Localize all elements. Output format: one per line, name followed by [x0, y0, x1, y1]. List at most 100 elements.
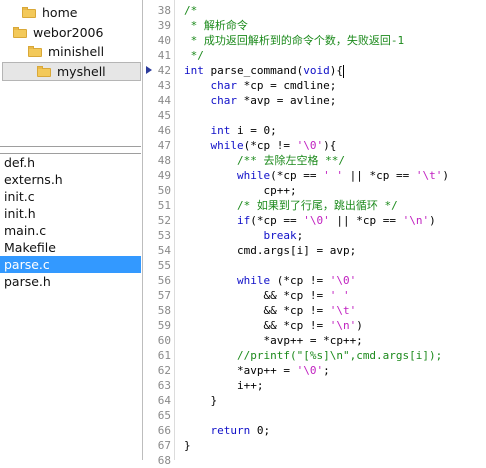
- line-number: 50: [157, 184, 171, 197]
- code-token: '\0': [329, 274, 357, 287]
- code-line[interactable]: char *avp = avline;: [184, 93, 337, 108]
- code-token: '\n': [402, 214, 430, 227]
- line-number: 45: [157, 109, 171, 122]
- code-token: *avp++ =: [184, 364, 297, 377]
- line-number: 39: [157, 19, 171, 32]
- code-line[interactable]: && *cp != '\t': [184, 303, 356, 318]
- code-line[interactable]: }: [184, 438, 191, 453]
- code-line[interactable]: /** 去除左空格 **/: [184, 153, 345, 168]
- line-number: 41: [157, 49, 171, 62]
- folder-minishell[interactable]: minishell: [28, 42, 140, 61]
- folder-icon: [13, 27, 27, 38]
- code-token: void: [303, 64, 330, 77]
- line-number-gutter: 38 39 40 41 42 43 44 45 46 47 48 49 50 51 52 53 54 55 56 57…: [143, 0, 179, 467]
- folder-webor2006[interactable]: webor2006: [13, 23, 140, 42]
- file-item-parse-h[interactable]: parse.h: [0, 273, 141, 290]
- project-panel: home webor2006 minishell myshell def.h exter…: [0, 0, 143, 460]
- line-number: 67: [157, 439, 171, 452]
- code-token: ){: [323, 139, 337, 152]
- line-number: 68: [157, 454, 171, 467]
- code-token: '\t': [329, 304, 357, 317]
- code-line[interactable]: while(*cp != '\0'){: [184, 138, 337, 153]
- code-line[interactable]: * 成功返回解析到的命令个数，失败返回-1: [184, 33, 405, 48]
- code-line[interactable]: int i = 0;: [184, 123, 277, 138]
- folder-home[interactable]: home: [22, 3, 140, 22]
- code-line[interactable]: && *cp != '\n'): [184, 318, 363, 333]
- code-token: char: [210, 79, 238, 92]
- code-token: '\0': [296, 364, 324, 377]
- file-item-parse-c[interactable]: parse.c: [0, 256, 141, 273]
- code-line[interactable]: char *cp = cmdline;: [184, 78, 337, 93]
- code-line[interactable]: cmd.args[i] = avp;: [184, 243, 356, 258]
- code-token: int: [184, 64, 204, 77]
- code-line[interactable]: }: [184, 393, 217, 408]
- code-line[interactable]: if(*cp == '\0' || *cp == '\n'): [184, 213, 436, 228]
- code-token: ' ': [329, 289, 350, 302]
- code-line[interactable]: while(*cp == ' ' || *cp == '\t'): [184, 168, 449, 183]
- line-number: 51: [157, 199, 171, 212]
- code-line[interactable]: */: [184, 48, 204, 63]
- code-line[interactable]: while (*cp != '\0': [184, 273, 356, 288]
- line-number: 62: [157, 364, 171, 377]
- code-token: return: [210, 424, 251, 437]
- code-line[interactable]: /*: [184, 3, 197, 18]
- line-number: 60: [157, 334, 171, 347]
- line-number: 53: [157, 229, 171, 242]
- code-line[interactable]: * 解析命令: [184, 18, 248, 33]
- code-token: '\n': [329, 319, 357, 332]
- code-token: /* 如果到了行尾，跳出循环 */: [236, 199, 398, 212]
- code-token: * 成功返回解析到的命令个数，失败返回-1: [184, 34, 405, 47]
- code-token: ' ': [323, 169, 343, 182]
- file-item-makefile[interactable]: Makefile: [0, 239, 141, 256]
- code-editor[interactable]: /* * 解析命令 * 成功返回解析到的命令个数，失败返回-1 */int pa…: [184, 0, 484, 460]
- file-item-init-c[interactable]: init.c: [0, 188, 141, 205]
- file-item-externs-h[interactable]: externs.h: [0, 171, 141, 188]
- file-item-init-h[interactable]: init.h: [0, 205, 141, 222]
- folder-tree: home webor2006 minishell myshell: [0, 0, 141, 147]
- file-item-main-c[interactable]: main.c: [0, 222, 141, 239]
- code-line[interactable]: *avp++ = *cp++;: [184, 333, 362, 348]
- folder-myshell[interactable]: myshell: [2, 62, 141, 81]
- folder-label: home: [42, 5, 78, 20]
- code-token: while: [236, 169, 271, 182]
- code-line[interactable]: return 0;: [184, 423, 271, 438]
- code-token: */: [184, 49, 204, 62]
- code-line[interactable]: int parse_command(void){: [184, 63, 344, 78]
- code-token: ): [442, 169, 449, 182]
- folder-label: myshell: [57, 64, 106, 79]
- code-token: break: [263, 229, 297, 242]
- code-line[interactable]: /* 如果到了行尾，跳出循环 */: [184, 198, 398, 213]
- code-line[interactable]: //printf("[%s]\n",cmd.args[i]);: [184, 348, 442, 363]
- folder-label: webor2006: [33, 25, 104, 40]
- line-number: 59: [157, 319, 171, 332]
- code-token: ): [356, 319, 363, 332]
- code-line[interactable]: *avp++ = '\0';: [184, 363, 330, 378]
- code-line[interactable]: cp++;: [184, 183, 296, 198]
- code-token: *avp = avline;: [237, 94, 337, 107]
- code-token: cmd.args[i] = avp;: [184, 244, 357, 257]
- line-number: 43: [157, 79, 171, 92]
- line-number: 47: [157, 139, 171, 152]
- code-token: (*cp !=: [243, 139, 297, 152]
- file-item-def-h[interactable]: def.h: [0, 154, 141, 171]
- code-line[interactable]: break;: [184, 228, 303, 243]
- line-number: 46: [157, 124, 171, 137]
- code-token: '\0': [296, 139, 324, 152]
- line-number: 40: [157, 34, 171, 47]
- code-token: '\t': [415, 169, 443, 182]
- code-line[interactable]: && *cp != ' ': [184, 288, 350, 303]
- line-number: 48: [157, 154, 171, 167]
- line-number: 52: [157, 214, 171, 227]
- line-number: 66: [157, 424, 171, 437]
- line-number: 55: [157, 259, 171, 272]
- line-number: 64: [157, 394, 171, 407]
- folder-icon: [22, 7, 36, 18]
- code-line[interactable]: i++;: [184, 378, 264, 393]
